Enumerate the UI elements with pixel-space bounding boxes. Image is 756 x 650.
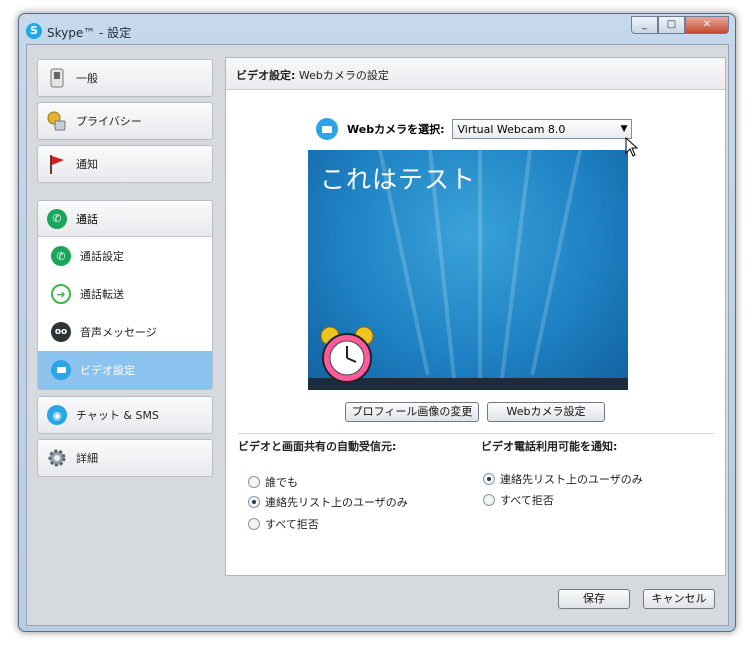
webcam-settings-button[interactable]: Webカメラ設定: [487, 402, 605, 422]
notify-title: ビデオ電話利用可能を通知:: [481, 440, 618, 453]
sidebar-item-label: 通話転送: [80, 288, 124, 301]
sidebar-group-calls: ✆ 通話 ✆ 通話設定 ➜ 通話転送 oo 音声メッセージ ビデオ設定: [37, 200, 213, 390]
video-settings-panel: ビデオ設定: Webカメラの設定 Webカメラを選択: Virtual Webc…: [225, 57, 726, 576]
auto-receive-anyone-radio[interactable]: 誰でも: [248, 474, 298, 490]
phone-icon: ✆: [46, 208, 68, 230]
mouse-cursor-icon: [625, 137, 639, 157]
switch-icon: [46, 67, 68, 89]
radio-dot: [248, 496, 260, 508]
radio-label: すべて拒否: [265, 518, 319, 531]
sidebar-item-video-settings[interactable]: ビデオ設定: [38, 351, 212, 389]
webcam-select-value: Virtual Webcam 8.0: [457, 123, 566, 136]
radio-dot: [483, 494, 495, 506]
client-area: 一般 プライバシー 通知 ✆ 通話 ✆ 通話設定 ➜ 通話転送 oo 音声メッセ…: [26, 44, 729, 626]
window-controls: _ □ ✕: [631, 16, 729, 34]
chevron-down-icon: ▼: [620, 124, 628, 134]
phone-icon: ✆: [50, 245, 72, 267]
sidebar-item-chat-sms[interactable]: ◉ チャット & SMS: [37, 396, 213, 434]
settings-window: S Skype™ - 設定 _ □ ✕ 一般 プライバシー 通知 ✆ 通話 ✆ …: [18, 13, 736, 632]
sidebar-item-privacy[interactable]: プライバシー: [37, 102, 213, 140]
sidebar-item-call-forwarding[interactable]: ➜ 通話転送: [38, 275, 212, 313]
webcam-select-row: Webカメラを選択: Virtual Webcam 8.0 ▼: [316, 118, 633, 140]
webcam-select[interactable]: Virtual Webcam 8.0 ▼: [452, 119, 633, 139]
sidebar-item-label: 通話: [76, 212, 98, 226]
sidebar-item-general[interactable]: 一般: [37, 59, 213, 97]
maximize-button[interactable]: □: [658, 16, 685, 34]
close-button[interactable]: ✕: [685, 16, 729, 34]
divider: [238, 433, 715, 434]
minimize-button[interactable]: _: [631, 16, 658, 34]
radio-label: 連絡先リスト上のユーザのみ: [500, 473, 643, 486]
sidebar-item-label: 通知: [76, 158, 98, 171]
forward-icon: ➜: [50, 283, 72, 305]
radio-dot: [483, 473, 495, 485]
sidebar-item-calls[interactable]: ✆ 通話: [38, 201, 212, 237]
save-button[interactable]: 保存: [558, 589, 630, 609]
sidebar-item-notifications[interactable]: 通知: [37, 145, 213, 183]
sidebar-item-advanced[interactable]: 詳細: [37, 439, 213, 477]
panel-heading-bold: ビデオ設定:: [236, 69, 296, 82]
auto-receive-contacts-radio[interactable]: 連絡先リスト上のユーザのみ: [248, 494, 408, 510]
video-icon: [50, 359, 72, 381]
radio-label: 連絡先リスト上のユーザのみ: [265, 496, 408, 509]
sidebar-item-label: 通話設定: [80, 250, 124, 263]
notify-reject-radio[interactable]: すべて拒否: [483, 492, 554, 508]
sidebar-item-voicemail[interactable]: oo 音声メッセージ: [38, 313, 212, 351]
sidebar-item-label: 音声メッセージ: [80, 326, 157, 339]
webcam-select-label: Webカメラを選択:: [347, 123, 445, 136]
chat-icon: ◉: [46, 404, 68, 426]
sidebar-item-label: ビデオ設定: [80, 364, 135, 377]
auto-receive-title: ビデオと画面共有の自動受信元:: [238, 440, 397, 453]
radio-dot: [248, 476, 260, 488]
red-flag-icon: [46, 153, 68, 175]
auto-receive-reject-radio[interactable]: すべて拒否: [248, 516, 319, 532]
video-preview: これはテスト: [308, 150, 628, 390]
cancel-button[interactable]: キャンセル: [643, 589, 715, 609]
notify-contacts-radio[interactable]: 連絡先リスト上のユーザのみ: [483, 471, 643, 487]
change-profile-picture-button[interactable]: プロフィール画像の変更: [345, 402, 479, 422]
title-bar[interactable]: S Skype™ - 設定 _ □ ✕: [19, 14, 735, 46]
gear-icon: [46, 447, 68, 469]
radio-label: 誰でも: [265, 476, 298, 489]
voicemail-icon: oo: [50, 321, 72, 343]
sidebar-item-call-settings[interactable]: ✆ 通話設定: [38, 237, 212, 275]
sidebar-item-label: 一般: [76, 72, 98, 85]
panel-heading-rest: Webカメラの設定: [295, 69, 389, 82]
video-camera-icon: [316, 118, 338, 140]
radio-label: すべて拒否: [500, 494, 554, 507]
preview-text: これはテスト: [320, 165, 477, 194]
radio-dot: [248, 518, 260, 530]
panel-heading: ビデオ設定: Webカメラの設定: [226, 58, 725, 90]
skype-logo-icon: S: [26, 23, 42, 39]
sidebar-item-label: プライバシー: [76, 115, 142, 128]
window-title: Skype™ - 設定: [47, 26, 132, 40]
sidebar-item-label: 詳細: [76, 452, 98, 465]
key-lock-icon: [46, 110, 68, 132]
alarm-clock-icon: [320, 326, 374, 383]
sidebar-item-label: チャット & SMS: [76, 409, 159, 422]
